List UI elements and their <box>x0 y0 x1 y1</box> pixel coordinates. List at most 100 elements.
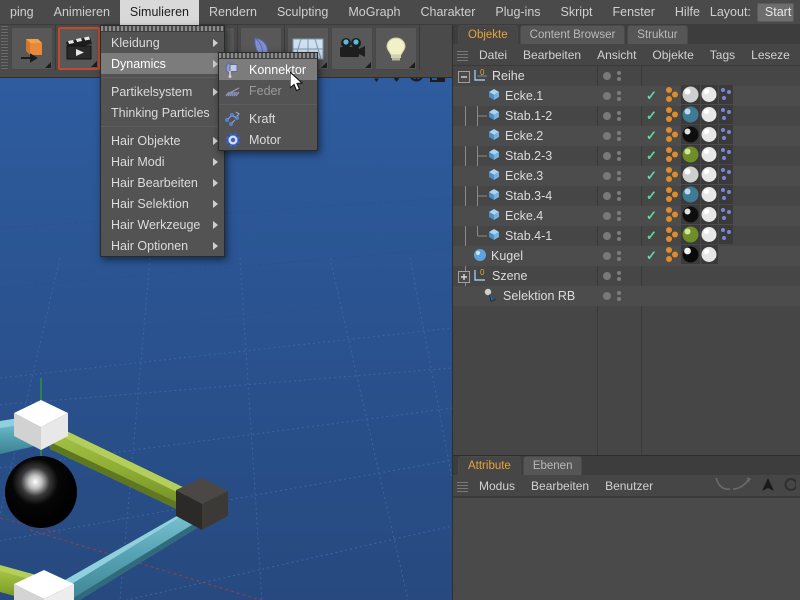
dynamics-tag[interactable] <box>664 186 680 206</box>
material-black[interactable] <box>680 245 700 267</box>
row-visibility-dots[interactable] <box>597 91 641 101</box>
menu-item-konnektor[interactable]: Konnektor <box>219 59 317 80</box>
material-white2[interactable] <box>700 185 718 207</box>
material-blue[interactable] <box>680 105 700 127</box>
phong-tag[interactable] <box>718 205 733 227</box>
tab-content-browser[interactable]: Content Browser <box>519 25 626 44</box>
om-menu-leseze[interactable]: Leseze <box>743 48 798 62</box>
menu-item-hair-objekte[interactable]: Hair Objekte <box>101 130 224 151</box>
table-row[interactable]: Stab.3-4 ✓ <box>453 185 800 207</box>
menu-item-plugins[interactable]: Plug-ins <box>485 0 550 25</box>
row-visibility-dots[interactable] <box>597 191 641 201</box>
enabled-check-icon[interactable]: ✓ <box>646 128 657 144</box>
row-visibility-dots[interactable] <box>597 231 641 241</box>
menu-item-hair-bearbeiten[interactable]: Hair Bearbeiten <box>101 172 224 193</box>
material-white2[interactable] <box>700 165 718 187</box>
circle-icon[interactable] <box>784 477 798 495</box>
menu-item-simulieren[interactable]: Simulieren <box>119 0 199 25</box>
visibility-dot[interactable] <box>603 72 611 80</box>
viewport-3d[interactable] <box>0 78 452 600</box>
menu-item-hair-optionen[interactable]: Hair Optionen <box>101 235 224 256</box>
menu-item-hair-werkzeuge[interactable]: Hair Werkzeuge <box>101 214 224 235</box>
table-row[interactable]: Ecke.1 ✓ <box>453 85 800 107</box>
material-green[interactable] <box>680 225 700 247</box>
table-row[interactable]: Kugel ✓ <box>453 245 800 267</box>
menu-item-animieren[interactable]: Animieren <box>44 0 120 25</box>
menu-item-kleidung[interactable]: Kleidung <box>101 32 224 53</box>
row-visibility-dots[interactable] <box>597 251 641 261</box>
row-tags[interactable]: ✓ <box>641 105 733 127</box>
menu-item-dynamics[interactable]: Dynamics <box>101 53 224 74</box>
tab-ebenen[interactable]: Ebenen <box>522 456 583 475</box>
menu-item-rendern[interactable]: Rendern <box>199 0 267 25</box>
table-row[interactable]: Selektion RB <box>453 286 800 306</box>
table-row[interactable]: Stab.1-2 ✓ <box>453 105 800 127</box>
table-row[interactable]: Stab.4-1 ✓ <box>453 225 800 247</box>
dynamics-tag[interactable] <box>664 146 680 166</box>
row-visibility-dots[interactable] <box>597 291 641 301</box>
animation-playback-icon[interactable] <box>58 27 100 70</box>
move-view-icon[interactable] <box>369 78 384 82</box>
rotate-view-icon[interactable] <box>409 78 424 82</box>
am-menu-bearbeiten[interactable]: Bearbeiten <box>523 479 597 493</box>
phong-tag[interactable] <box>718 85 733 107</box>
material-white[interactable] <box>680 165 700 187</box>
menu-item-hilfe[interactable]: Hilfe <box>665 0 710 25</box>
tab-attribute[interactable]: Attribute <box>458 456 521 475</box>
menu-item-kraft[interactable]: Kraft <box>219 108 317 129</box>
material-white2[interactable] <box>700 245 718 267</box>
menu-item-hair-selektion[interactable]: Hair Selektion <box>101 193 224 214</box>
enabled-check-icon[interactable]: ✓ <box>646 88 657 104</box>
om-menu-tags[interactable]: Tags <box>702 48 743 62</box>
enabled-check-icon[interactable]: ✓ <box>646 108 657 124</box>
om-menu-datei[interactable]: Datei <box>471 48 515 62</box>
scale-view-icon[interactable] <box>390 78 403 82</box>
dynamics-tag[interactable] <box>664 226 680 246</box>
layout-dropdown[interactable]: Start <box>756 2 794 22</box>
am-menu-modus[interactable]: Modus <box>471 479 523 493</box>
enabled-check-icon[interactable]: ✓ <box>646 228 657 244</box>
row-tags[interactable]: ✓ <box>641 225 733 247</box>
phong-tag[interactable] <box>718 145 733 167</box>
row-visibility-dots[interactable] <box>597 71 641 81</box>
menu-item-skript[interactable]: Skript <box>551 0 603 25</box>
menu-item-hair-modi[interactable]: Hair Modi <box>101 151 224 172</box>
material-white2[interactable] <box>700 205 718 227</box>
material-blue[interactable] <box>680 185 700 207</box>
phong-tag[interactable] <box>718 225 733 247</box>
panel-drag-handle[interactable] <box>457 479 468 492</box>
dynamics-tag[interactable] <box>664 126 680 146</box>
phong-tag[interactable] <box>718 105 733 127</box>
row-tags[interactable]: ✓ <box>641 145 733 167</box>
cube-move-icon[interactable] <box>11 27 53 70</box>
material-green[interactable] <box>680 145 700 167</box>
menu-item-feder[interactable]: Feder <box>219 80 317 101</box>
material-white2[interactable] <box>700 225 718 247</box>
om-menu-objekte[interactable]: Objekte <box>644 48 701 62</box>
material-black[interactable] <box>680 205 700 227</box>
menu-item-motor[interactable]: Motor <box>219 129 317 150</box>
arrow-up-icon[interactable] <box>761 477 775 495</box>
table-row[interactable]: Ecke.2 ✓ <box>453 125 800 147</box>
row-visibility-dots[interactable] <box>597 131 641 141</box>
row-visibility-dots[interactable] <box>597 171 641 181</box>
camera-icon[interactable] <box>331 27 373 70</box>
dynamics-tag[interactable] <box>664 246 680 266</box>
table-row[interactable]: Stab.2-3 ✓ <box>453 145 800 167</box>
visibility-minidots[interactable] <box>617 71 621 81</box>
menu-item-ping[interactable]: ping <box>0 0 44 25</box>
tab-objekte[interactable]: Objekte <box>458 25 518 44</box>
menu-item-sculpting[interactable]: Sculpting <box>267 0 338 25</box>
menu-item-fenster[interactable]: Fenster <box>603 0 665 25</box>
panel-drag-handle[interactable] <box>457 48 468 61</box>
material-white[interactable] <box>680 85 700 107</box>
table-row[interactable]: Ecke.3 ✓ <box>453 165 800 187</box>
am-menu-benutzer[interactable]: Benutzer <box>597 479 661 493</box>
row-visibility-dots[interactable] <box>597 111 641 121</box>
object-tree[interactable]: 0 Reihe Ecke.1 ✓ Stab.1-2 ✓ Ecke.2 ✓ Sta… <box>453 66 800 455</box>
material-white2[interactable] <box>700 125 718 147</box>
phong-tag[interactable] <box>718 125 733 147</box>
dynamics-tag[interactable] <box>664 86 680 106</box>
menu-item-mograph[interactable]: MoGraph <box>338 0 410 25</box>
om-menu-ansicht[interactable]: Ansicht <box>589 48 644 62</box>
